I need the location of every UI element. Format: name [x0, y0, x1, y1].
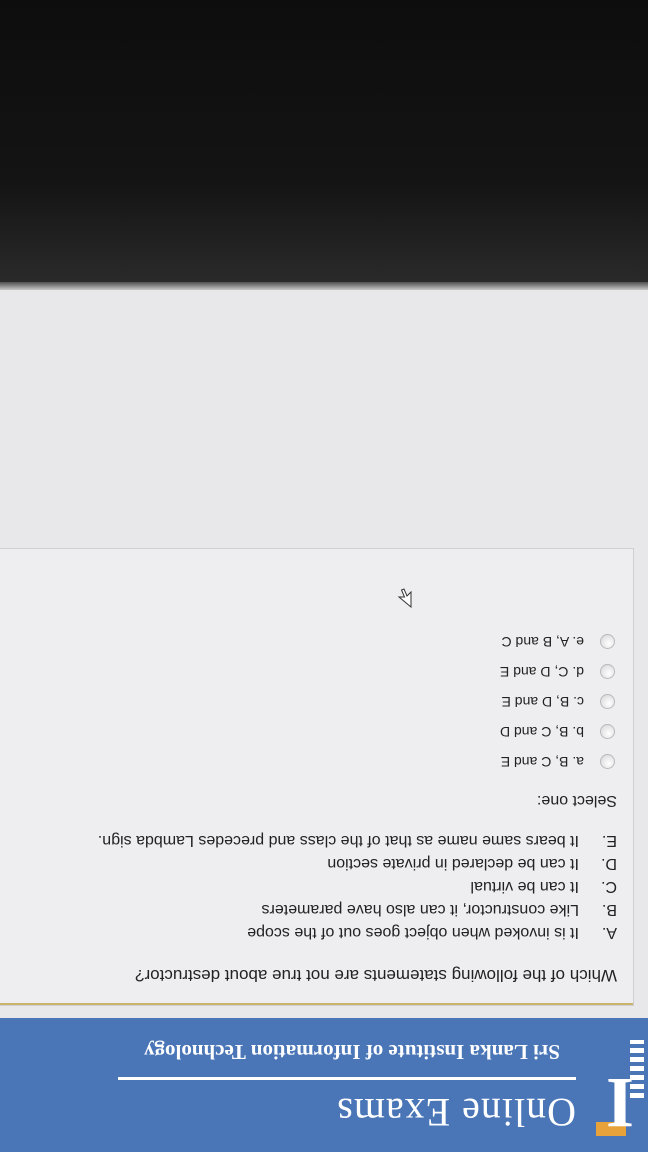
site-subtitle: Sri Lanka Institute of Information Techn…	[144, 1040, 560, 1064]
statement-item: B. Like constructor, it can also have pa…	[7, 895, 618, 918]
statement-letter: D.	[601, 855, 617, 872]
option-label: c. B, D and E	[501, 694, 584, 710]
site-header: I Online Exams Sri Lanka Institute of In…	[0, 1018, 648, 1152]
statement-item: A. It is invoked when object goes out of…	[7, 918, 617, 941]
title-divider	[118, 1077, 576, 1080]
statement-text: It bears same name as that of the class …	[97, 832, 579, 849]
institute-logo-icon: I	[588, 1038, 648, 1143]
answer-option-c[interactable]: c. B, D and E	[315, 687, 615, 717]
statement-letter: B.	[601, 901, 617, 918]
statement-letter: E.	[601, 832, 617, 849]
statement-letter: C.	[601, 878, 617, 895]
answer-option-e[interactable]: e. A, B and C	[315, 627, 615, 657]
monitor-bezel-edge	[0, 282, 648, 290]
answer-options: a. B, C and E b. B, C and D c. B, D and …	[315, 627, 615, 777]
statement-item: C. It can be virtual	[7, 872, 618, 895]
radio-unchecked-icon[interactable]	[600, 634, 615, 650]
statement-list: A. It is invoked when object goes out of…	[7, 826, 617, 941]
radio-unchecked-icon[interactable]	[600, 724, 615, 740]
statement-text: Like constructor, it can also have param…	[261, 901, 580, 918]
mouse-pointer-icon	[397, 588, 412, 608]
question-text: Which of the following statements are no…	[135, 966, 617, 985]
option-label: e. A, B and C	[501, 634, 585, 650]
radio-unchecked-icon[interactable]	[600, 694, 615, 710]
option-label: b. B, C and D	[499, 724, 584, 740]
statement-letter: A.	[601, 924, 617, 941]
select-one-label: Select one:	[536, 792, 617, 809]
statement-item: D. It can be declared in private section	[7, 849, 617, 872]
option-label: a. B, C and E	[500, 754, 584, 770]
statement-text: It can be virtual	[470, 878, 580, 895]
statement-text: It can be declared in private section	[327, 855, 579, 872]
statement-item: E. It bears same name as that of the cla…	[7, 826, 617, 849]
statement-text: It is invoked when object goes out of th…	[247, 924, 579, 941]
question-box: Which of the following statements are no…	[0, 548, 634, 1006]
upside-down-photo: I Online Exams Sri Lanka Institute of In…	[0, 0, 648, 1152]
answer-option-a[interactable]: a. B, C and E	[315, 747, 615, 777]
site-title: Online Exams	[336, 1090, 576, 1135]
option-label: d. C, D and E	[499, 664, 584, 680]
radio-unchecked-icon[interactable]	[600, 664, 615, 680]
radio-unchecked-icon[interactable]	[600, 754, 615, 770]
answer-option-b[interactable]: b. B, C and D	[315, 717, 615, 747]
question-accent-line	[0, 1003, 633, 1005]
answer-option-d[interactable]: d. C, D and E	[315, 657, 615, 687]
exam-page: I Online Exams Sri Lanka Institute of In…	[0, 290, 648, 1152]
monitor-bezel	[0, 0, 648, 282]
